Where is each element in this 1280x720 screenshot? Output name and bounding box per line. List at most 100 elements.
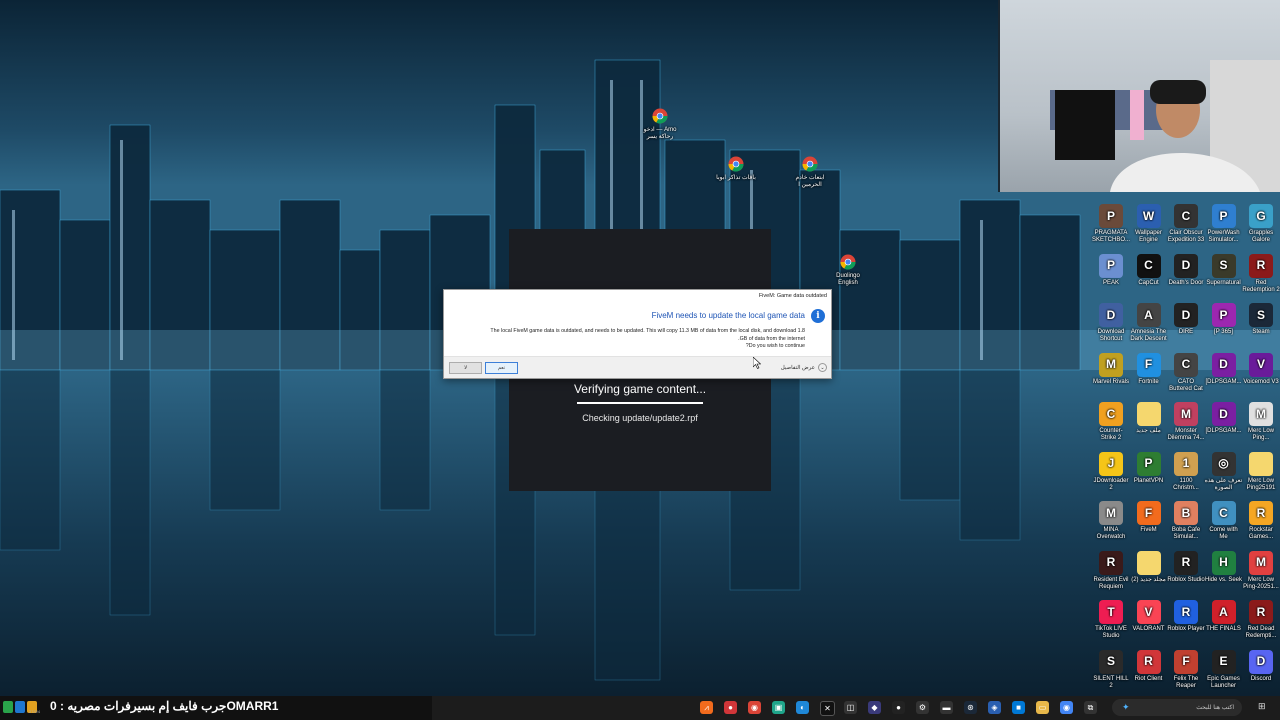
desktop-shortcut[interactable]: H Hide vs. Seek: [1205, 550, 1243, 584]
chrome-taskbar-icon[interactable]: ◉: [748, 701, 761, 714]
edge-taskbar-icon[interactable]: ◐: [796, 701, 809, 714]
app-icon: F: [1174, 649, 1198, 674]
desktop-shortcut[interactable]: D Death's Door: [1167, 253, 1205, 287]
desktop-shortcut[interactable]: Duolingo English: [828, 253, 868, 287]
desktop-shortcut[interactable]: D [DLPSGAM...: [1205, 352, 1243, 386]
desktop-shortcut[interactable]: ◎ تعرف على هذه الصورة: [1205, 451, 1243, 492]
desktop-shortcut-label: Epic Games Launcher: [1207, 675, 1240, 689]
task-view-taskbar-icon[interactable]: ⧉: [1084, 701, 1097, 714]
chrome-taskbar-icon[interactable]: ◉: [1060, 701, 1073, 714]
desktop-shortcut[interactable]: ابتعات خادم الحرمين ا: [790, 155, 830, 189]
desktop-shortcut[interactable]: W Wallpaper Engine: [1130, 204, 1168, 244]
desktop-shortcut[interactable]: F Fortnite: [1130, 352, 1168, 386]
desktop-shortcut[interactable]: M Merc Low Ping-20251...: [1242, 550, 1280, 591]
desktop-shortcut[interactable]: M Monster Dilemma 74...: [1167, 402, 1205, 442]
desktop-shortcut[interactable]: S SILENT HILL 2: [1092, 649, 1130, 690]
app-taskbar-icon[interactable]: ▣: [772, 701, 785, 714]
desktop-shortcut[interactable]: R Rockstar Games...: [1242, 501, 1280, 541]
desktop-shortcut[interactable]: P PowerWash Simulator...: [1205, 204, 1243, 244]
app-taskbar-icon[interactable]: ■: [1012, 701, 1025, 714]
app-taskbar-icon[interactable]: ●: [892, 701, 905, 714]
app-icon: D: [1211, 352, 1236, 377]
desktop-shortcut-label: PowerWash Simulator...: [1207, 230, 1240, 243]
app-icon: R: [1174, 600, 1198, 624]
chrome-icon: [839, 253, 857, 271]
app-icon: [1136, 402, 1161, 426]
desktop-shortcut[interactable]: R Red Dead Redempti...: [1242, 600, 1280, 640]
app-icon: E: [1211, 649, 1236, 674]
no-button[interactable]: لا: [449, 362, 482, 374]
desktop-shortcut[interactable]: B Boba Cafe Simulat...: [1167, 501, 1205, 541]
desktop-shortcut[interactable]: A THE FINALS: [1205, 600, 1243, 633]
app-taskbar-icon[interactable]: ◆: [868, 701, 881, 714]
desktop-shortcut[interactable]: S Steam: [1242, 303, 1280, 336]
desktop-shortcut[interactable]: D Download Shortcut: [1092, 303, 1130, 343]
desktop-shortcut[interactable]: G Grapples Galore: [1242, 204, 1280, 244]
desktop-shortcut[interactable]: R Roblox Studio: [1167, 550, 1205, 584]
yes-button[interactable]: نعم: [485, 362, 518, 374]
app-icon: D: [1211, 402, 1236, 426]
app-taskbar-icon[interactable]: ▬: [940, 701, 953, 714]
desktop-shortcut-label: Boba Cafe Simulat...: [1171, 527, 1201, 540]
desktop-shortcut[interactable]: C Come with Me: [1205, 501, 1243, 541]
desktop-shortcut[interactable]: C Clair Obscur Expedition 33: [1167, 204, 1205, 244]
desktop-shortcut[interactable]: C CATO Buttered Cat: [1167, 352, 1205, 393]
desktop-shortcut[interactable]: C CapCut: [1130, 253, 1168, 287]
desktop-shortcut[interactable]: مجلد جديد (2): [1130, 550, 1168, 584]
desktop-shortcut[interactable]: P PEAK: [1092, 253, 1130, 287]
desktop-shortcut[interactable]: V VALORANT: [1130, 600, 1168, 633]
desktop-shortcut[interactable]: P PRAGMATA SKETCHBO...: [1092, 204, 1130, 244]
desktop-shortcut[interactable]: 1 1100 Christm...: [1167, 451, 1205, 492]
app-icon: M: [1249, 550, 1273, 575]
desktop-shortcut-label: [DLPSGAM...: [1205, 428, 1242, 434]
app-icon: S: [1211, 253, 1236, 278]
desktop-shortcut[interactable]: باقات تذاكر ابوبا: [716, 155, 756, 182]
desktop-shortcut[interactable]: R Riot Client: [1130, 649, 1168, 683]
desktop-shortcut[interactable]: E Epic Games Launcher: [1205, 649, 1243, 690]
desktop-shortcut[interactable]: T TikTok LIVE Studio: [1092, 600, 1130, 640]
desktop-shortcut[interactable]: J JDownloader 2: [1092, 451, 1130, 492]
app-icon: F: [1136, 501, 1161, 525]
desktop-shortcut[interactable]: D [DLPSGAM...: [1205, 402, 1243, 435]
desktop-shortcut[interactable]: R Resident Evil Requiem: [1092, 550, 1130, 591]
app-taskbar-icon[interactable]: ◫: [844, 701, 857, 714]
desktop-shortcut[interactable]: S Supernatural: [1205, 253, 1243, 287]
desktop-shortcut[interactable]: F FiveM: [1130, 501, 1168, 534]
app-icon: P: [1099, 253, 1123, 278]
settings-taskbar-icon[interactable]: ⚙: [916, 701, 929, 714]
app-icon: W: [1136, 204, 1161, 228]
desktop-shortcut[interactable]: M Marvel Rivals: [1092, 352, 1130, 386]
app-icon: M: [1174, 402, 1198, 426]
desktop-shortcut[interactable]: M MINA Overwatch: [1092, 501, 1130, 541]
file-explorer-taskbar-icon[interactable]: ▭: [1036, 701, 1049, 714]
desktop-shortcut[interactable]: Merc Low Ping25191: [1242, 451, 1280, 492]
desktop-shortcut[interactable]: M Merc Low Ping...: [1242, 402, 1280, 442]
desktop-shortcut[interactable]: P [P 365]: [1205, 303, 1243, 336]
app-icon: R: [1249, 501, 1273, 525]
desktop-shortcut[interactable]: ادخو — Amo رحاكة يسر: [640, 107, 680, 141]
steam-taskbar-icon[interactable]: ⊛: [964, 701, 977, 714]
show-details-toggle[interactable]: ⌄ عرض التفاصيل: [781, 363, 827, 372]
desktop-shortcut[interactable]: R Red Redemption 2: [1242, 253, 1280, 294]
dialog-body-line: The local FiveM game data is outdated, a…: [490, 328, 805, 334]
fivem-taskbar-icon[interactable]: ⩘: [700, 701, 713, 714]
desktop-shortcut[interactable]: P PlanetVPN: [1130, 451, 1168, 485]
dialog-body-line: GB of data from the internet.: [738, 335, 805, 342]
app-taskbar-icon[interactable]: ◈: [988, 701, 1001, 714]
app-icon: S: [1099, 649, 1123, 674]
riot-taskbar-icon[interactable]: ●: [724, 701, 737, 714]
desktop-shortcut[interactable]: D DIRE: [1167, 303, 1205, 336]
capcut-taskbar-icon[interactable]: ✕: [820, 701, 835, 716]
windows-start-icon[interactable]: ⊞: [1258, 701, 1272, 714]
desktop-shortcut-label: ملف جديد: [1136, 428, 1161, 434]
app-icon: C: [1174, 204, 1198, 228]
desktop-shortcut[interactable]: F Felix The Reaper: [1167, 649, 1205, 690]
desktop-shortcut[interactable]: R Roblox Player: [1167, 600, 1205, 633]
desktop-shortcut[interactable]: C Counter-Strike 2: [1092, 402, 1130, 442]
desktop-shortcut[interactable]: ملف جديد: [1130, 402, 1168, 435]
desktop-shortcut[interactable]: A Amnesia The Dark Descent: [1130, 303, 1168, 343]
desktop-shortcut[interactable]: V Voicemod V3: [1242, 352, 1280, 386]
dialog-body: The local FiveM game data is outdated, a…: [452, 328, 805, 351]
desktop-shortcut[interactable]: D Discord: [1242, 649, 1280, 683]
taskbar-search-input[interactable]: اكتب هنا للبحث: [1112, 699, 1242, 716]
